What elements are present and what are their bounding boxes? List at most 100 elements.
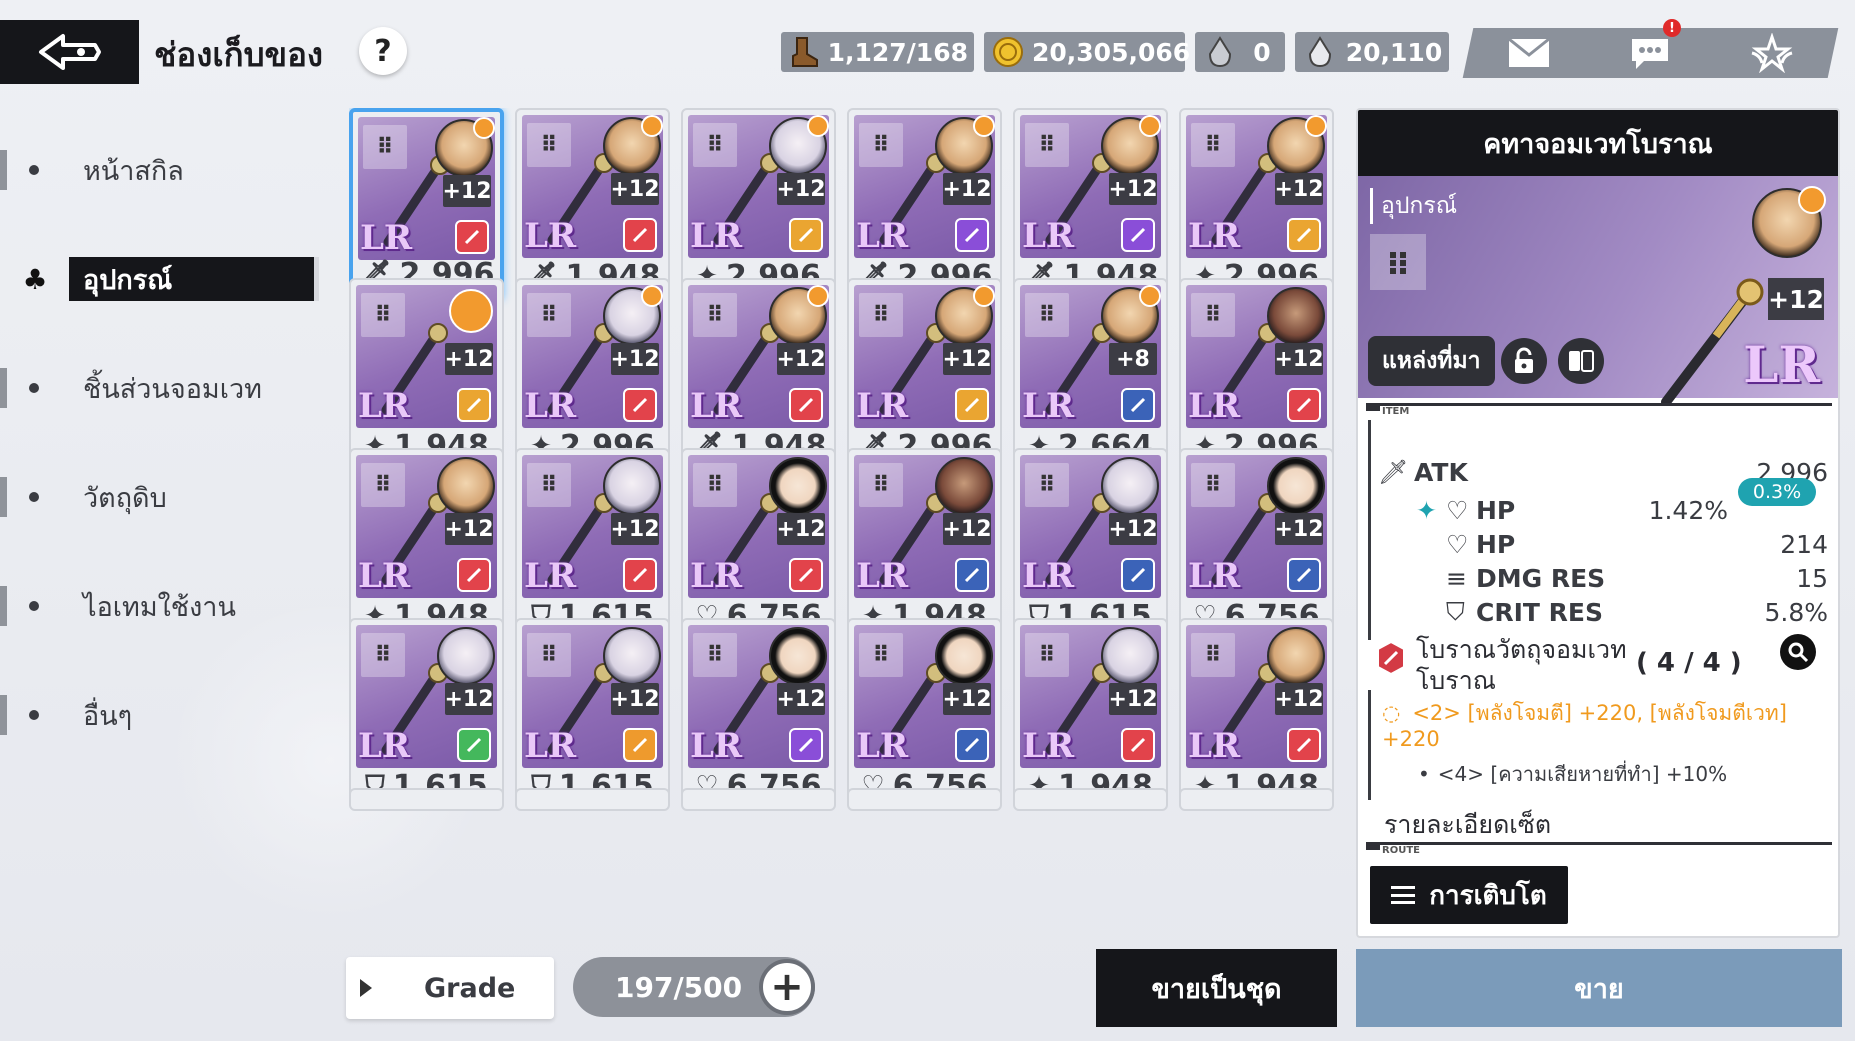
character-avatar [1267,287,1325,345]
growth-button[interactable]: การเติบโต [1370,866,1568,924]
item-type-icon [964,227,980,243]
sub-stat-name: CRIT RES [1476,597,1603,627]
equipment-card[interactable]: ⠿ +8 LR ✦ 2,664 [1013,278,1168,471]
item-grade: LR [524,726,577,766]
crystal-counter[interactable]: 20,110 [1295,32,1449,72]
equipped-pin-icon [1798,186,1826,214]
expand-capacity-button[interactable]: + [759,959,815,1015]
item-artwork: ⠿ +12 LR [688,115,829,258]
equipment-card[interactable]: ⠿ +12 LR ✦ 2,996 [1179,108,1334,301]
mail-button[interactable] [1504,33,1554,73]
item-grade: LR [1188,216,1241,256]
set-effect-4: • <4> [ความเสียหายที่ทำ] +10% [1418,758,1727,790]
heart-icon: ♡ [1446,529,1469,559]
section-divider [1368,420,1371,640]
sidebar-item-skill-page[interactable]: หน้าสกิล [0,148,330,192]
equipment-card[interactable]: ⠿ +12 LR ♡ 6,756 [681,618,836,811]
equipment-card[interactable]: ⠿ +12 LR 🗡 1,948 [1013,108,1168,301]
grey-crystal-icon [1203,35,1237,69]
item-level: +12 [444,513,494,545]
item-grade: LR [690,726,743,766]
item-level: +12 [942,513,992,545]
equipment-card[interactable]: ⠿ +12 LR ⛉ 1,615 [515,618,670,811]
equipment-card[interactable]: ⠿ +12 LR ✦ 1,948 [1013,618,1168,811]
sidebar-item-usable-items[interactable]: ไอเทมใช้งาน [0,584,330,628]
equipment-card[interactable]: ⠿ +12 LR 🗡 1,948 [681,278,836,471]
notification-badge: ! [1663,19,1682,37]
equipment-card[interactable]: ⠿ +12 LR ✦ 1,948 [1179,618,1334,811]
equipment-card[interactable]: ⠿ +12 LR ✦ 2,996 [515,278,670,471]
chat-button[interactable]: ! [1625,19,1682,73]
sell-button[interactable]: ขาย [1356,949,1842,1027]
item-category: อุปกรณ์ [1370,188,1457,224]
item-level: +12 [942,173,992,205]
equipment-card[interactable]: ⠿ +12 LR 🗡 2,996 [847,108,1002,301]
equipment-card[interactable]: ⠿ +12 LR ♡ 6,756 [1179,448,1334,641]
equipment-card[interactable]: ⠿ +12 LR ♡ 6,756 [681,448,836,641]
item-grade: LR [1022,726,1075,766]
equipment-card[interactable]: ⠿+12LR🗡2,996+SELECT [349,108,504,301]
equipment-card[interactable]: ⠿ +12 LR ✦ 2,996 [681,108,836,301]
character-avatar [1267,627,1325,685]
item-level: +12 [1108,513,1158,545]
gold-counter[interactable]: 20,305,066 [984,32,1190,72]
item-type-badge [457,388,491,422]
sidebar-item-others[interactable]: อื่นๆ [0,693,330,737]
grade-sort-button[interactable]: Grade [346,957,554,1019]
equipment-card-partial[interactable] [681,788,836,802]
equipment-card[interactable]: ⠿ +12 LR ✦ 2,996 [1179,278,1334,471]
sidebar-item-label: วัตถุดิบ [83,482,167,514]
source-button[interactable]: แหล่งที่มา [1368,336,1495,386]
item-artwork: ⠿ +12 LR [1186,285,1327,428]
equipment-card-partial[interactable] [1179,788,1334,802]
equipment-card[interactable]: ⠿ +12 LR ✦ 1,948 [349,448,504,641]
set-search-button[interactable] [1780,634,1816,670]
stamina-counter[interactable]: 1,127/168 [781,32,974,72]
guild-button[interactable] [1747,33,1797,73]
compare-button[interactable] [1558,338,1604,384]
grey-crystal-counter[interactable]: 0 [1195,32,1285,72]
item-lock-toggle[interactable] [1370,234,1426,290]
item-artwork: ⠿ +12 LR [688,285,829,428]
equipment-card[interactable]: ⠿ +12 LR ✦ 1,948 [847,448,1002,641]
item-grade: LR [524,386,577,426]
damage-resist-icon: ≡ [1446,563,1467,593]
item-type-badge [623,218,657,252]
item-type-badge [1287,728,1321,762]
menu-icon [1391,886,1416,904]
sidebar-marker [0,586,7,626]
item-type-badge [1121,218,1155,252]
equipment-card[interactable]: ⠿ +12 LR ♡ 6,756 [847,618,1002,811]
item-type-icon [466,737,482,753]
equipment-card-partial[interactable] [515,788,670,802]
item-type-badge [1287,558,1321,592]
item-type-icon [1296,737,1312,753]
character-avatar [437,457,495,515]
equipment-card[interactable]: ⠿ +12 LR ⛉ 1,615 [349,618,504,811]
equipment-card-partial[interactable] [847,788,1002,802]
equipment-card-partial[interactable] [349,788,504,802]
equipment-card[interactable]: ⠿ +12 LR 🗡 1,948 [515,108,670,301]
sidebar-marker [0,150,7,190]
equipment-card[interactable]: ⠿ +12 LR ⛉ 1,615 [1013,448,1168,641]
set-divider [1368,690,1371,800]
equipment-card-partial[interactable] [1013,788,1168,802]
equipped-pin-icon [641,285,663,307]
unlock-button[interactable] [1501,338,1547,384]
compare-icon [1569,350,1594,372]
item-artwork: ⠿ +12 LR [1020,625,1161,768]
sidebar-item-magic-fragments[interactable]: ชิ้นส่วนจอมเวท [0,366,330,410]
sidebar-item-label: อุปกรณ์ [69,257,319,301]
clover-icon: ♣ [22,262,48,296]
item-artwork: ⠿ +12 LR [688,455,829,598]
back-button[interactable] [0,20,139,84]
help-button[interactable]: ? [359,27,407,75]
sidebar-item-materials[interactable]: วัตถุดิบ [0,475,330,519]
equipment-card[interactable]: ⠿ +12 LR ⛉ 1,615 [515,448,670,641]
bulk-sell-button[interactable]: ขายเป็นชุด [1096,949,1337,1027]
item-grade: LR [524,556,577,596]
sidebar-item-equipment[interactable]: ♣ อุปกรณ์ [0,257,330,301]
set-detail-label: รายละเอียดเซ็ต [1384,810,1552,839]
equipment-card[interactable]: ⠿ +12 LR 🗡 2,996 [847,278,1002,471]
equipment-card[interactable]: ⠿ +12 LR ✦ 1,948 [349,278,504,471]
